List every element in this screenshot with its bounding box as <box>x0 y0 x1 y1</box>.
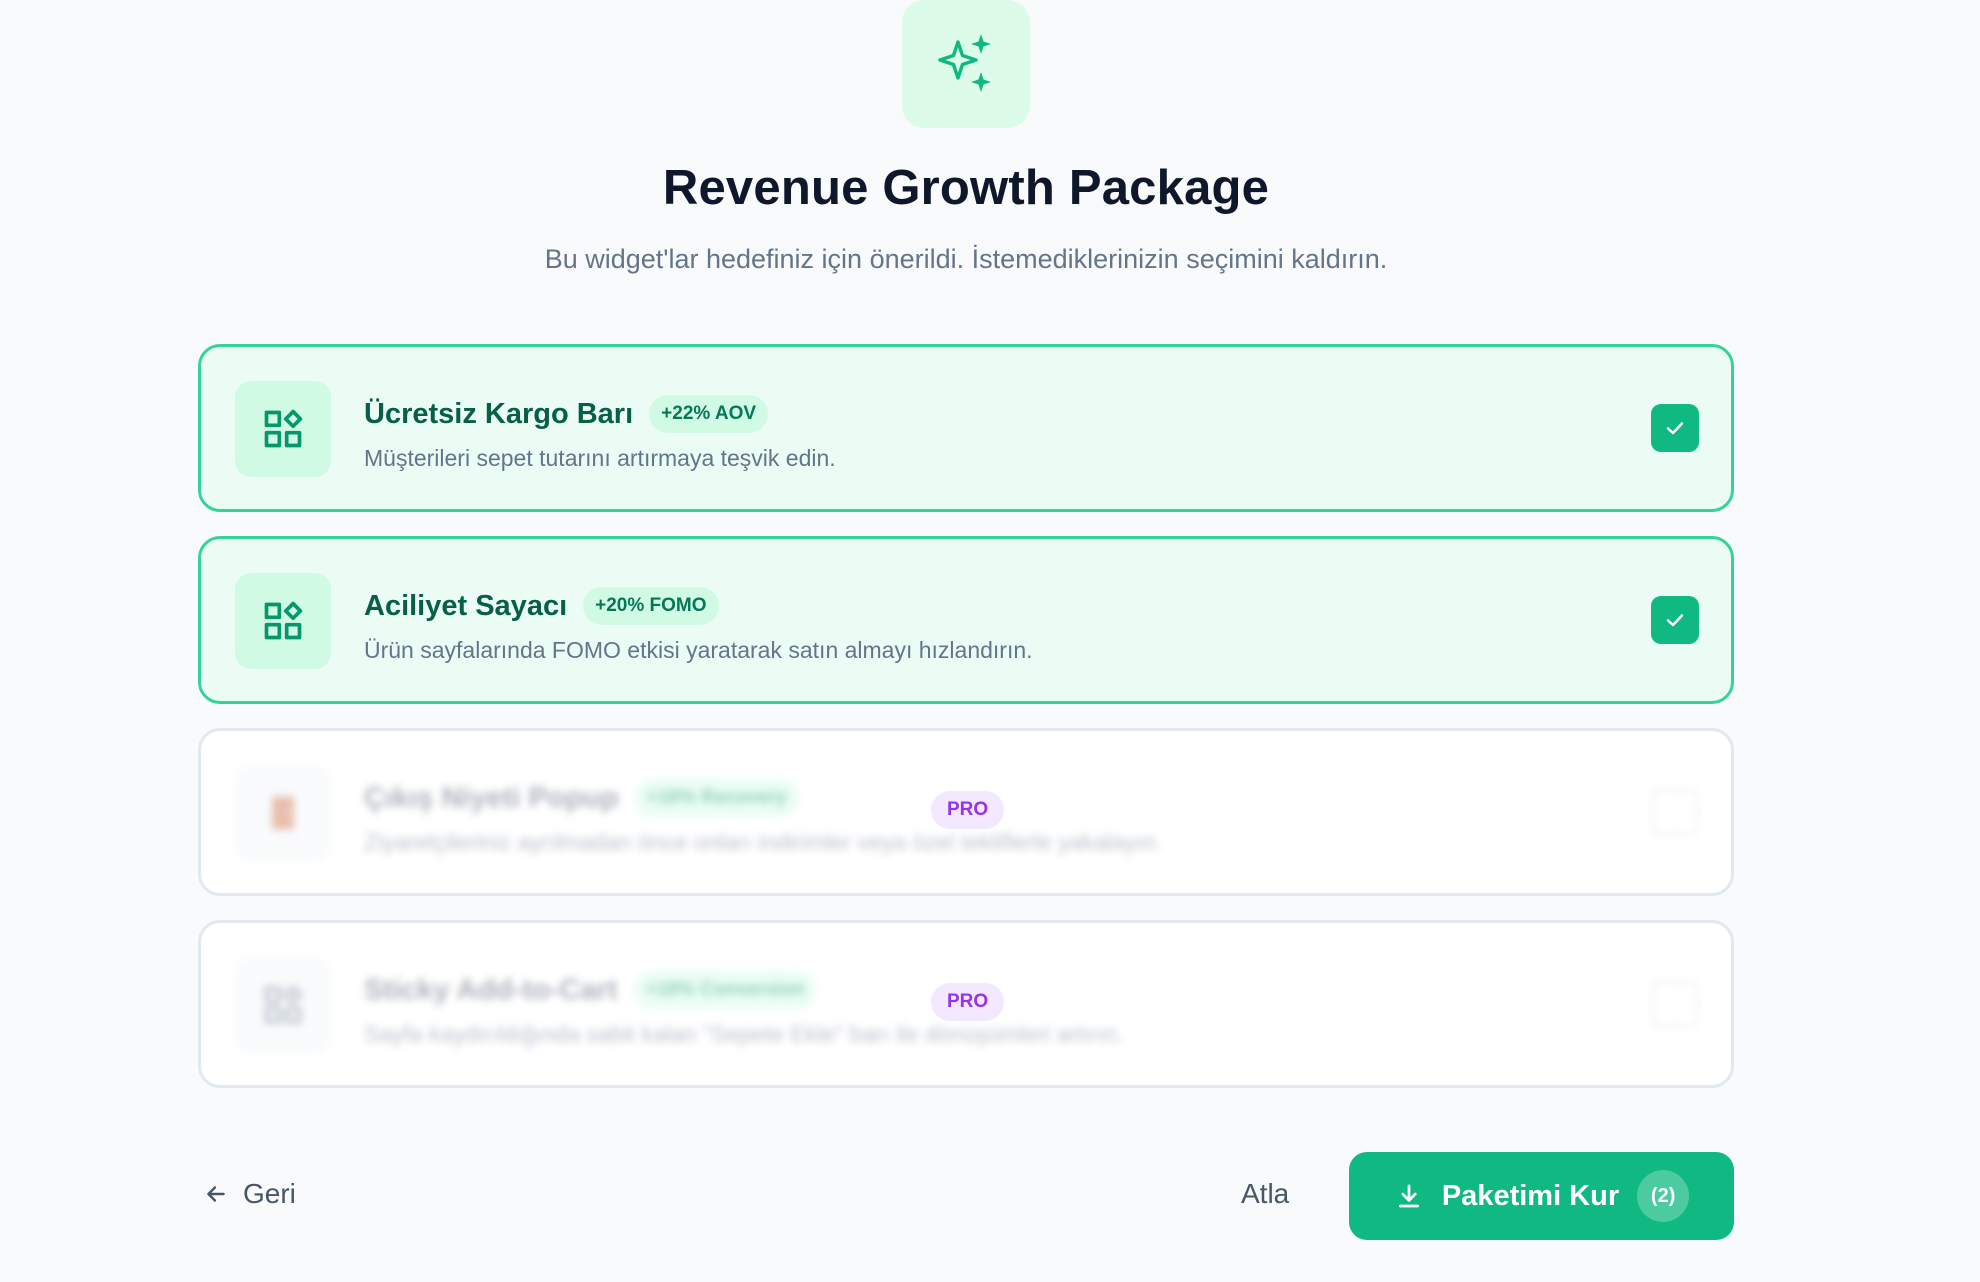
metric-badge: +20% FOMO <box>583 587 719 625</box>
metric-badge: +22% AOV <box>649 395 769 433</box>
widget-card-free-shipping-bar[interactable]: Ücretsiz Kargo Barı +22% AOV Müşterileri… <box>198 344 1734 512</box>
widget-title: Ücretsiz Kargo Barı <box>364 397 634 430</box>
widgets-icon <box>264 985 303 1024</box>
pro-badge: PRO <box>931 791 1005 829</box>
widget-icon-tile <box>235 381 331 477</box>
skip-button[interactable]: Atla <box>1241 1178 1289 1210</box>
selected-checkbox[interactable] <box>1651 596 1699 644</box>
widget-card-urgency-timer[interactable]: Aciliyet Sayacı +20% FOMO Ürün sayfaları… <box>198 536 1734 704</box>
check-icon <box>1666 614 1684 627</box>
empty-checkbox[interactable] <box>1651 980 1699 1028</box>
back-label: Geri <box>243 1178 296 1209</box>
sparkles-icon <box>938 34 991 92</box>
widget-list: Ücretsiz Kargo Barı +22% AOV Müşterileri… <box>198 344 1734 1112</box>
page-title: Revenue Growth Package <box>662 161 1270 215</box>
widgets-icon <box>264 601 303 640</box>
metric-badge: +18% Conversion <box>633 971 817 1009</box>
metric-badge: +18% Recovery <box>634 779 799 817</box>
door-icon <box>272 796 294 830</box>
arrow-left-icon <box>207 1186 225 1202</box>
widget-icon-tile <box>235 765 331 861</box>
selected-checkbox[interactable] <box>1651 404 1699 452</box>
empty-checkbox[interactable] <box>1651 788 1699 836</box>
widget-description: Sayfa kaydırıldığında sabit kalan "Sepet… <box>364 1021 1124 1047</box>
page-subtitle: Bu widget'lar hedefiniz için önerildi. İ… <box>544 244 1388 274</box>
widget-card-exit-intent-popup[interactable]: Çıkış Niyeti Popup +18% Recovery Ziyaret… <box>198 728 1734 896</box>
widget-title: Aciliyet Sayacı <box>364 589 568 622</box>
back-button[interactable]: Geri <box>203 1178 296 1210</box>
widget-icon-tile <box>235 957 331 1053</box>
install-label: Paketimi Kur <box>1441 1179 1620 1212</box>
widget-title: Çıkış Niyeti Popup <box>364 781 619 814</box>
install-package-button[interactable]: Paketimi Kur (2) <box>1349 1152 1734 1240</box>
pro-badge: PRO <box>931 983 1005 1021</box>
widget-icon-tile <box>235 573 331 669</box>
check-icon <box>1666 422 1684 435</box>
widget-card-sticky-add-to-cart[interactable]: Sticky Add-to-Cart +18% Conversion Sayfa… <box>198 920 1734 1088</box>
widget-description: Ziyaretçileriniz ayrılmadan önce onları … <box>364 829 1162 855</box>
widget-description: Müşterileri sepet tutarını artırmaya teş… <box>364 445 836 471</box>
selected-count-badge: (2) <box>1637 1170 1690 1222</box>
widget-description: Ürün sayfalarında FOMO etkisi yaratarak … <box>364 637 1033 663</box>
hero-sparkles-tile <box>902 0 1030 128</box>
widget-title: Sticky Add-to-Cart <box>364 973 618 1006</box>
download-icon <box>1398 1184 1419 1208</box>
widgets-icon <box>264 409 303 448</box>
